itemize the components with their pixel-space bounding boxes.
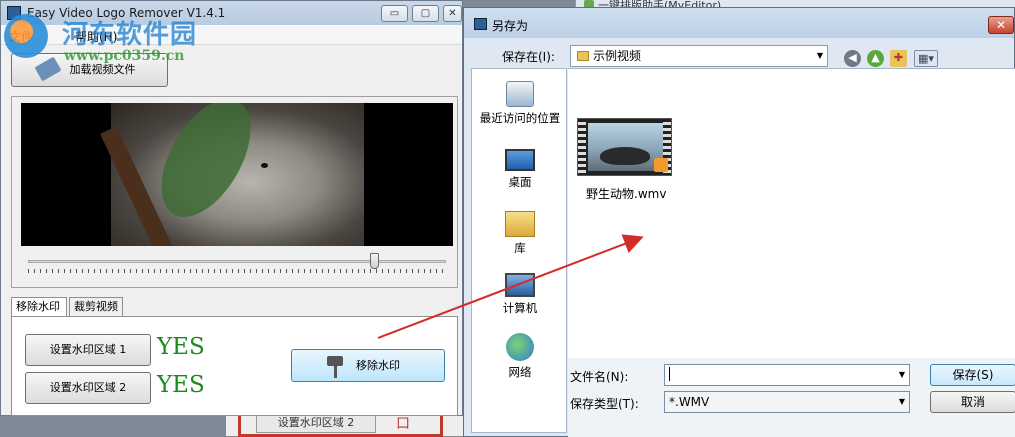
- network-icon: [506, 333, 534, 361]
- media-play-icon: [654, 158, 668, 172]
- computer-icon: [505, 273, 535, 297]
- area2-status: YES: [157, 372, 205, 398]
- save-button[interactable]: 保存(S): [930, 364, 1015, 386]
- file-item-name[interactable]: 野生动物.wmv: [586, 185, 666, 202]
- place-desktop-label: 桌面: [508, 175, 532, 189]
- close-button[interactable]: ✕: [443, 5, 462, 22]
- view-menu-icon[interactable]: ▦▾: [914, 50, 938, 67]
- back-icon[interactable]: ◀: [844, 50, 861, 67]
- video-preview: [21, 103, 453, 246]
- remove-watermark-label: 移除水印: [356, 359, 400, 372]
- dialog-title: 另存为: [492, 19, 529, 33]
- cancel-button[interactable]: 取消: [930, 391, 1015, 413]
- save-in-combo[interactable]: 示例视频 ▼: [570, 45, 828, 67]
- up-folder-icon[interactable]: ▲: [867, 50, 884, 67]
- watermark-url: www.pc0359.cn: [64, 48, 185, 64]
- watermark-logo: [4, 14, 48, 58]
- filename-label: 文件名(N):: [570, 370, 629, 384]
- text-caret: [669, 367, 670, 381]
- paint-roller-icon: [327, 356, 343, 366]
- new-folder-icon[interactable]: ✚: [890, 50, 907, 67]
- filetype-select[interactable]: *.WMV ▼: [664, 391, 910, 413]
- minimize-button[interactable]: ▭: [381, 5, 408, 22]
- place-computer-label: 计算机: [502, 301, 538, 315]
- filetype-value: *.WMV: [669, 395, 710, 409]
- tab-crop-video[interactable]: 裁剪视频: [69, 297, 123, 317]
- recent-places-icon: [506, 81, 534, 107]
- remove-watermark-button[interactable]: 移除水印: [291, 349, 445, 382]
- seek-slider-ticks: [28, 269, 446, 273]
- paint-roller-handle: [334, 366, 337, 378]
- film-strip-left: [578, 119, 586, 175]
- set-area1-button[interactable]: 设置水印区域 1: [25, 334, 151, 366]
- leaf-shape: [143, 103, 269, 232]
- file-list[interactable]: 野生动物.wmv: [568, 68, 1015, 358]
- video-frame-image: [100, 103, 364, 246]
- desktop-icon: [505, 149, 535, 171]
- area1-status: YES: [157, 334, 205, 360]
- tab-remove-watermark[interactable]: 移除水印: [11, 297, 67, 318]
- chevron-down-icon: ▼: [816, 51, 823, 60]
- place-library[interactable]: 库: [472, 211, 568, 256]
- place-desktop[interactable]: 桌面: [472, 149, 568, 190]
- places-bar: 最近访问的位置 桌面 库 计算机 网络: [471, 68, 567, 433]
- place-recent-label: 最近访问的位置: [479, 111, 561, 125]
- video-preview-panel: [11, 96, 458, 288]
- background-mark: 口: [396, 416, 410, 432]
- library-icon: [505, 211, 535, 237]
- background-area2-button: 设置水印区域 2: [256, 413, 376, 433]
- maximize-button[interactable]: ▢: [412, 5, 439, 22]
- place-library-label: 库: [514, 241, 526, 255]
- place-computer[interactable]: 计算机: [472, 273, 568, 316]
- dialog-footer: 文件名(N): ▼ 保存类型(T): *.WMV ▼ 保存(S) 取消: [568, 358, 1015, 437]
- save-in-value: 示例视频: [593, 49, 642, 63]
- place-network-label: 网络: [508, 365, 532, 379]
- dialog-title-bar: 另存为 ✕: [464, 8, 1014, 38]
- filename-input[interactable]: ▼: [664, 364, 910, 386]
- save-in-label: 保存在(I):: [502, 50, 555, 64]
- watermark-brand: 河东软件园: [62, 20, 198, 50]
- chevron-down-icon: ▼: [898, 370, 905, 379]
- seek-slider-track[interactable]: [28, 260, 446, 263]
- thumbnail-seal: [600, 147, 650, 165]
- place-network[interactable]: 网络: [472, 333, 568, 380]
- seek-slider-thumb[interactable]: [370, 253, 380, 269]
- koala-eye-shape: [261, 163, 268, 168]
- dialog-close-button[interactable]: ✕: [988, 16, 1014, 34]
- place-recent[interactable]: 最近访问的位置: [472, 81, 568, 126]
- folder-icon: [577, 51, 589, 61]
- save-as-dialog: 另存为 ✕ 保存在(I): 示例视频 ▼ ◀ ▲ ✚ ▦▾ 最近访问的位置 桌面…: [463, 7, 1015, 437]
- filetype-label: 保存类型(T):: [570, 397, 639, 411]
- load-video-label: 加载视频文件: [69, 63, 136, 76]
- video-thumbnail-icon[interactable]: [577, 118, 672, 176]
- set-area2-button[interactable]: 设置水印区域 2: [25, 372, 151, 404]
- chevron-down-icon: ▼: [898, 397, 905, 406]
- dialog-icon: [474, 18, 487, 30]
